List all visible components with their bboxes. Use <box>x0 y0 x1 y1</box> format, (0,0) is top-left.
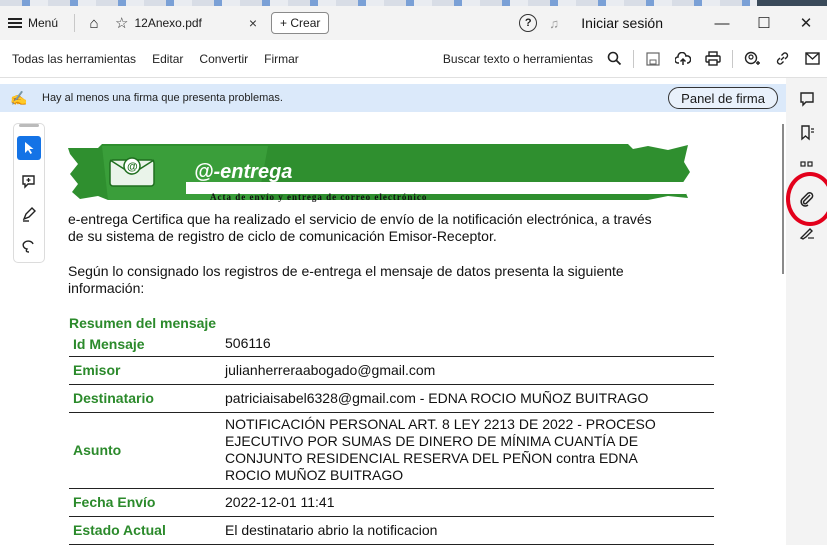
paragraph-line: e-entrega Certifica que ha realizado el … <box>68 211 652 227</box>
signature-warning-text: Hay al menos una firma que presenta prob… <box>42 92 283 104</box>
value-line: EJECUTIVO POR SUMAS DE DINERO DE MÍNIMA … <box>225 433 639 449</box>
right-side-rail <box>786 78 827 545</box>
tab-title: 12Anexo.pdf <box>134 16 202 30</box>
minimize-button[interactable]: — <box>701 6 743 40</box>
toolbar-convert[interactable]: Convertir <box>191 52 256 66</box>
add-comment-icon[interactable] <box>17 170 41 194</box>
bookmark-icon[interactable] <box>786 118 827 148</box>
hamburger-icon <box>8 18 22 28</box>
row-key: Asunto <box>73 442 122 458</box>
star-icon[interactable]: ☆ <box>115 14 128 32</box>
row-key: Id Mensaje <box>73 335 145 352</box>
close-window-button[interactable]: ✕ <box>785 6 827 40</box>
upload-cloud-icon[interactable] <box>668 44 698 74</box>
paragraph-line: de su sistema de registro de ciclo de co… <box>68 228 497 244</box>
home-icon[interactable]: ⌂ <box>81 15 107 32</box>
row-value: 506116 <box>225 335 271 352</box>
maximize-button[interactable]: ☐ <box>743 6 785 40</box>
comment-icon[interactable] <box>786 84 827 114</box>
divider <box>633 49 634 68</box>
toolbar-edit[interactable]: Editar <box>144 52 191 66</box>
paragraph-line: Según lo consignado los registros de e-e… <box>68 263 624 279</box>
row-key: Destinatario <box>73 390 154 406</box>
table-row: Estado Actual El destinatario abrio la n… <box>69 516 714 544</box>
divider <box>74 14 76 32</box>
left-tool-palette <box>14 124 44 262</box>
acrobat-window: Menú ⌂ ☆ 12Anexo.pdf × + Crear ? ♫ Inici… <box>0 0 827 545</box>
row-value: NOTIFICACIÓN PERSONAL ART. 8 LEY 2213 DE… <box>221 412 714 488</box>
table-row: Emisor julianherreraabogado@gmail.com <box>69 356 714 384</box>
mail-icon[interactable] <box>797 44 827 74</box>
row-key: Fecha Envío <box>73 494 156 510</box>
value-line: CONJUNTO RESIDENCIAL RESERVA DEL PEÑON c… <box>225 450 638 466</box>
palette-grip[interactable] <box>19 124 39 127</box>
link-icon[interactable] <box>767 44 797 74</box>
paragraph-line: información: <box>68 280 145 296</box>
draw-lasso-icon[interactable] <box>17 234 41 258</box>
row-value: El destinatario abrio la notificacion <box>225 521 438 538</box>
info-paragraph: Según lo consignado los registros de e-e… <box>68 263 624 297</box>
table-row: Id Mensaje 506116 <box>69 332 714 356</box>
svg-text:@: @ <box>127 161 138 173</box>
create-button[interactable]: + Crear <box>271 12 330 34</box>
search-icon[interactable] <box>599 44 629 74</box>
signature-panel-button[interactable]: Panel de firma <box>668 87 778 109</box>
document-scrollbar[interactable] <box>782 124 784 274</box>
certification-paragraph: e-entrega Certifica que ha realizado el … <box>68 211 652 245</box>
table-row: Fecha Envío 2022-12-01 11:41 <box>69 488 714 516</box>
signin-link[interactable]: Iniciar sesión <box>581 15 663 31</box>
pdf-page: @ @-entrega Acta de envío y entrega de c… <box>60 118 780 545</box>
highlighter-icon[interactable] <box>17 202 41 226</box>
tab-close-icon[interactable]: × <box>249 15 257 31</box>
save-icon[interactable] <box>638 44 668 74</box>
banner-subtitle: Acta de envío y entrega de correo electr… <box>210 192 428 202</box>
row-value: 2022-12-01 11:41 <box>225 493 335 510</box>
search-tools-label[interactable]: Buscar texto o herramientas <box>443 52 593 66</box>
divider <box>732 49 733 68</box>
message-summary-title: Resumen del mensaje <box>69 315 217 331</box>
bell-icon[interactable]: ♫ <box>549 16 563 31</box>
select-cursor-icon[interactable] <box>17 136 41 160</box>
toolbar-all-tools[interactable]: Todas las herramientas <box>0 52 144 66</box>
signature-warning-bar: ✍ Hay al menos una firma que presenta pr… <box>0 84 786 112</box>
signature-warning-icon: ✍ <box>10 89 28 106</box>
row-value: patriciaisabel6328@gmail.com - EDNA ROCI… <box>225 389 649 406</box>
row-key: Emisor <box>73 362 121 378</box>
row-value: julianherreraabogado@gmail.com <box>225 361 436 378</box>
print-icon[interactable] <box>698 44 728 74</box>
toolbar-sign[interactable]: Firmar <box>256 52 307 66</box>
attachment-highlight-circle <box>786 172 827 226</box>
menu-label: Menú <box>28 16 59 30</box>
menu-button[interactable]: Menú <box>0 11 68 35</box>
title-bar: Menú ⌂ ☆ 12Anexo.pdf × + Crear ? ♫ Inici… <box>0 6 827 40</box>
value-line: ROCIO MUÑOZ BUITRAGO <box>225 467 404 483</box>
main-toolbar: Todas las herramientas Editar Convertir … <box>0 40 827 78</box>
help-icon[interactable]: ? <box>519 14 538 32</box>
banner-title: @-entrega <box>194 161 293 183</box>
share-person-icon[interactable] <box>737 44 767 74</box>
table-row: Asunto NOTIFICACIÓN PERSONAL ART. 8 LEY … <box>69 412 714 488</box>
document-tab[interactable]: ☆ 12Anexo.pdf × <box>107 9 266 37</box>
message-summary-table: Id Mensaje 506116 Emisor julianherreraab… <box>69 332 714 545</box>
value-line: NOTIFICACIÓN PERSONAL ART. 8 LEY 2213 DE… <box>225 416 656 432</box>
table-row: Destinatario patriciaisabel6328@gmail.co… <box>69 384 714 412</box>
e-entrega-banner: @ @-entrega Acta de envío y entrega de c… <box>68 142 690 202</box>
row-key: Estado Actual <box>73 522 166 538</box>
